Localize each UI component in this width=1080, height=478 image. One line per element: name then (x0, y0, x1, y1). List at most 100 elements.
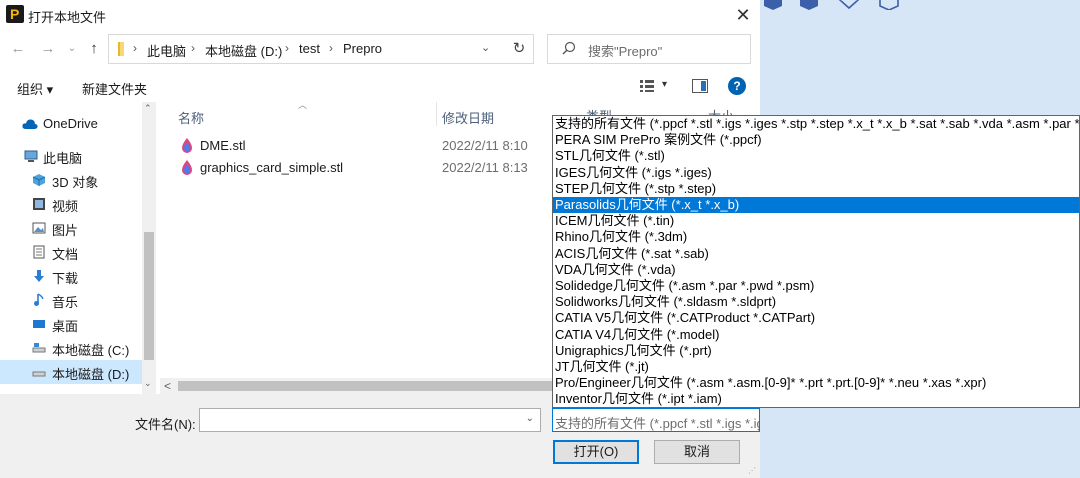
toolbar-cube-outline-icon[interactable] (878, 0, 900, 10)
stl-file-icon (182, 160, 192, 175)
sort-ascending-icon: ︿ (298, 100, 308, 110)
cube-icon (32, 174, 46, 186)
new-folder-button[interactable]: 新建文件夹 (82, 79, 147, 98)
help-icon[interactable]: ? (728, 77, 746, 95)
breadcrumb-item-test[interactable]: test (299, 41, 320, 56)
filetype-option[interactable]: Rhino几何文件 (*.3dm) (553, 229, 1079, 245)
sidebar-item-this-pc[interactable]: 此电脑 (0, 144, 142, 168)
computer-icon (24, 150, 38, 162)
column-divider[interactable] (436, 102, 437, 126)
open-button[interactable]: 打开(O) (553, 440, 639, 464)
download-icon (34, 270, 44, 282)
video-icon (33, 198, 45, 210)
scroll-left-arrow[interactable]: < (164, 379, 171, 393)
column-header-name[interactable]: 名称 (178, 108, 204, 127)
filename-label: 文件名(N): (135, 417, 196, 432)
stl-file-icon (182, 138, 192, 153)
search-icon (562, 41, 576, 55)
scroll-down-arrow[interactable]: ⌄ (144, 378, 152, 389)
filetype-option[interactable]: ICEM几何文件 (*.tin) (553, 213, 1079, 229)
navigation-scrollbar[interactable]: ⌃ ⌄ (142, 102, 156, 394)
refresh-button[interactable]: ↻ (504, 35, 534, 63)
view-dropdown-button[interactable]: ▾ (662, 79, 667, 90)
filetype-option[interactable]: 支持的所有文件 (*.ppcf *.stl *.igs *.iges *.stp… (553, 116, 1079, 132)
desktop-icon (33, 320, 45, 328)
sidebar-item-desktop[interactable]: 桌面 (0, 312, 142, 336)
filetype-option[interactable]: Parasolids几何文件 (*.x_t *.x_b) (553, 197, 1079, 213)
file-modified-date: 2022/2/11 8:13 (442, 160, 528, 175)
scrollbar-thumb[interactable] (178, 381, 552, 391)
filetype-option[interactable]: CATIA V4几何文件 (*.model) (553, 327, 1079, 343)
filetype-select[interactable]: 支持的所有文件 (*.ppcf *.stl *.igs *.iges *.stp… (552, 408, 760, 432)
app-logo-icon: P (6, 5, 24, 23)
recent-locations-button[interactable]: ⌄ (60, 36, 84, 62)
sidebar-item-music[interactable]: 音乐 (0, 288, 142, 312)
up-button[interactable]: ↑ (82, 36, 106, 62)
filetype-option[interactable]: Solidworks几何文件 (*.sldasm *.sldprt) (553, 294, 1079, 310)
file-row[interactable]: graphics_card_simple.stl 2022/2/11 8:13 (172, 156, 552, 180)
sidebar-item-downloads[interactable]: 下载 (0, 264, 142, 288)
preview-pane-icon[interactable] (692, 79, 708, 93)
resize-grip[interactable]: ⋰ (748, 466, 756, 475)
column-header-modified[interactable]: 修改日期 (442, 108, 494, 127)
breadcrumb-separator: › (285, 41, 289, 55)
breadcrumb-separator: › (191, 41, 195, 55)
toolbar-cube-icon[interactable] (798, 0, 820, 10)
drive-icon (32, 343, 46, 353)
window-title: 打开本地文件 (28, 10, 107, 25)
toolbar-cube-icon[interactable] (762, 0, 784, 10)
navigation-pane: OneDrive 此电脑 3D 对象 视频 图片 文档 下载 音乐 桌面 本地磁… (0, 102, 156, 394)
breadcrumb-item-prepro[interactable]: Prepro (343, 41, 382, 56)
sidebar-item-onedrive[interactable]: OneDrive (0, 112, 142, 136)
breadcrumb-separator: › (329, 41, 333, 55)
filetype-option[interactable]: ACIS几何文件 (*.sat *.sab) (553, 246, 1079, 262)
sidebar-item-videos[interactable]: 视频 (0, 192, 142, 216)
toolbar-cube-outline-icon[interactable] (838, 0, 860, 10)
address-bar[interactable]: › 此电脑 › 本地磁盘 (D:) › test › Prepro ⌄ (108, 34, 534, 64)
view-options-icon[interactable] (640, 80, 654, 92)
filetype-option[interactable]: Inventor几何文件 (*.ipt *.iam) (553, 391, 1079, 407)
title-bar: P 打开本地文件 ✕ (0, 0, 760, 30)
breadcrumb-item-drive-d[interactable]: 本地磁盘 (D:) (205, 41, 282, 60)
filename-dropdown-button[interactable]: ⌄ (526, 413, 534, 424)
filetype-option[interactable]: VDA几何文件 (*.vda) (553, 262, 1079, 278)
filetype-option[interactable]: Unigraphics几何文件 (*.prt) (553, 343, 1079, 359)
cloud-icon (22, 119, 38, 129)
filetype-selected-value: 支持的所有文件 (*.ppcf *.stl *.igs *.iges *.stp… (555, 416, 759, 431)
sidebar-item-drive-c[interactable]: 本地磁盘 (C:) (0, 336, 142, 360)
filetype-option[interactable]: Solidedge几何文件 (*.asm *.par *.pwd *.psm) (553, 278, 1079, 294)
filetype-option[interactable]: JT几何文件 (*.jt) (553, 359, 1079, 375)
search-placeholder: 搜索"Prepro" (588, 44, 663, 59)
back-button[interactable]: ← (6, 36, 30, 62)
scroll-up-arrow[interactable]: ⌃ (144, 103, 152, 114)
svg-text:P: P (10, 6, 19, 22)
cancel-button[interactable]: 取消 (654, 440, 740, 464)
filetype-option[interactable]: Pro/Engineer几何文件 (*.asm *.asm.[0-9]* *.p… (553, 375, 1079, 391)
filetype-option[interactable]: STL几何文件 (*.stl) (553, 148, 1079, 164)
close-button[interactable]: ✕ (726, 3, 760, 27)
filetype-option[interactable]: PERA SIM PrePro 案例文件 (*.ppcf) (553, 132, 1079, 148)
file-name: DME.stl (200, 138, 246, 153)
filetype-option[interactable]: CATIA V5几何文件 (*.CATProduct *.CATPart) (553, 310, 1079, 326)
filetype-option[interactable]: STEP几何文件 (*.stp *.step) (553, 181, 1079, 197)
horizontal-scrollbar[interactable]: < (160, 378, 552, 394)
breadcrumb-item-this-pc[interactable]: 此电脑 (147, 41, 186, 60)
file-modified-date: 2022/2/11 8:10 (442, 138, 528, 153)
address-dropdown-button[interactable]: ⌄ (481, 41, 490, 54)
file-name: graphics_card_simple.stl (200, 160, 344, 175)
breadcrumb-separator: › (133, 41, 137, 55)
sidebar-item-drive-d[interactable]: 本地磁盘 (D:) (0, 360, 142, 384)
filename-input[interactable]: ⌄ (199, 408, 541, 432)
drive-icon (32, 371, 46, 377)
search-input[interactable]: 搜索"Prepro" (547, 34, 751, 64)
filetype-dropdown-list: 支持的所有文件 (*.ppcf *.stl *.igs *.iges *.stp… (552, 115, 1080, 408)
forward-button[interactable]: → (36, 36, 60, 62)
sidebar-item-3d-objects[interactable]: 3D 对象 (0, 168, 142, 192)
scrollbar-thumb[interactable] (144, 232, 154, 360)
folder-icon (118, 42, 124, 56)
organize-menu[interactable]: 组织 ▾ (17, 79, 53, 98)
filetype-option[interactable]: IGES几何文件 (*.igs *.iges) (553, 165, 1079, 181)
file-row[interactable]: DME.stl 2022/2/11 8:10 (172, 134, 552, 158)
sidebar-item-documents[interactable]: 文档 (0, 240, 142, 264)
sidebar-item-pictures[interactable]: 图片 (0, 216, 142, 240)
